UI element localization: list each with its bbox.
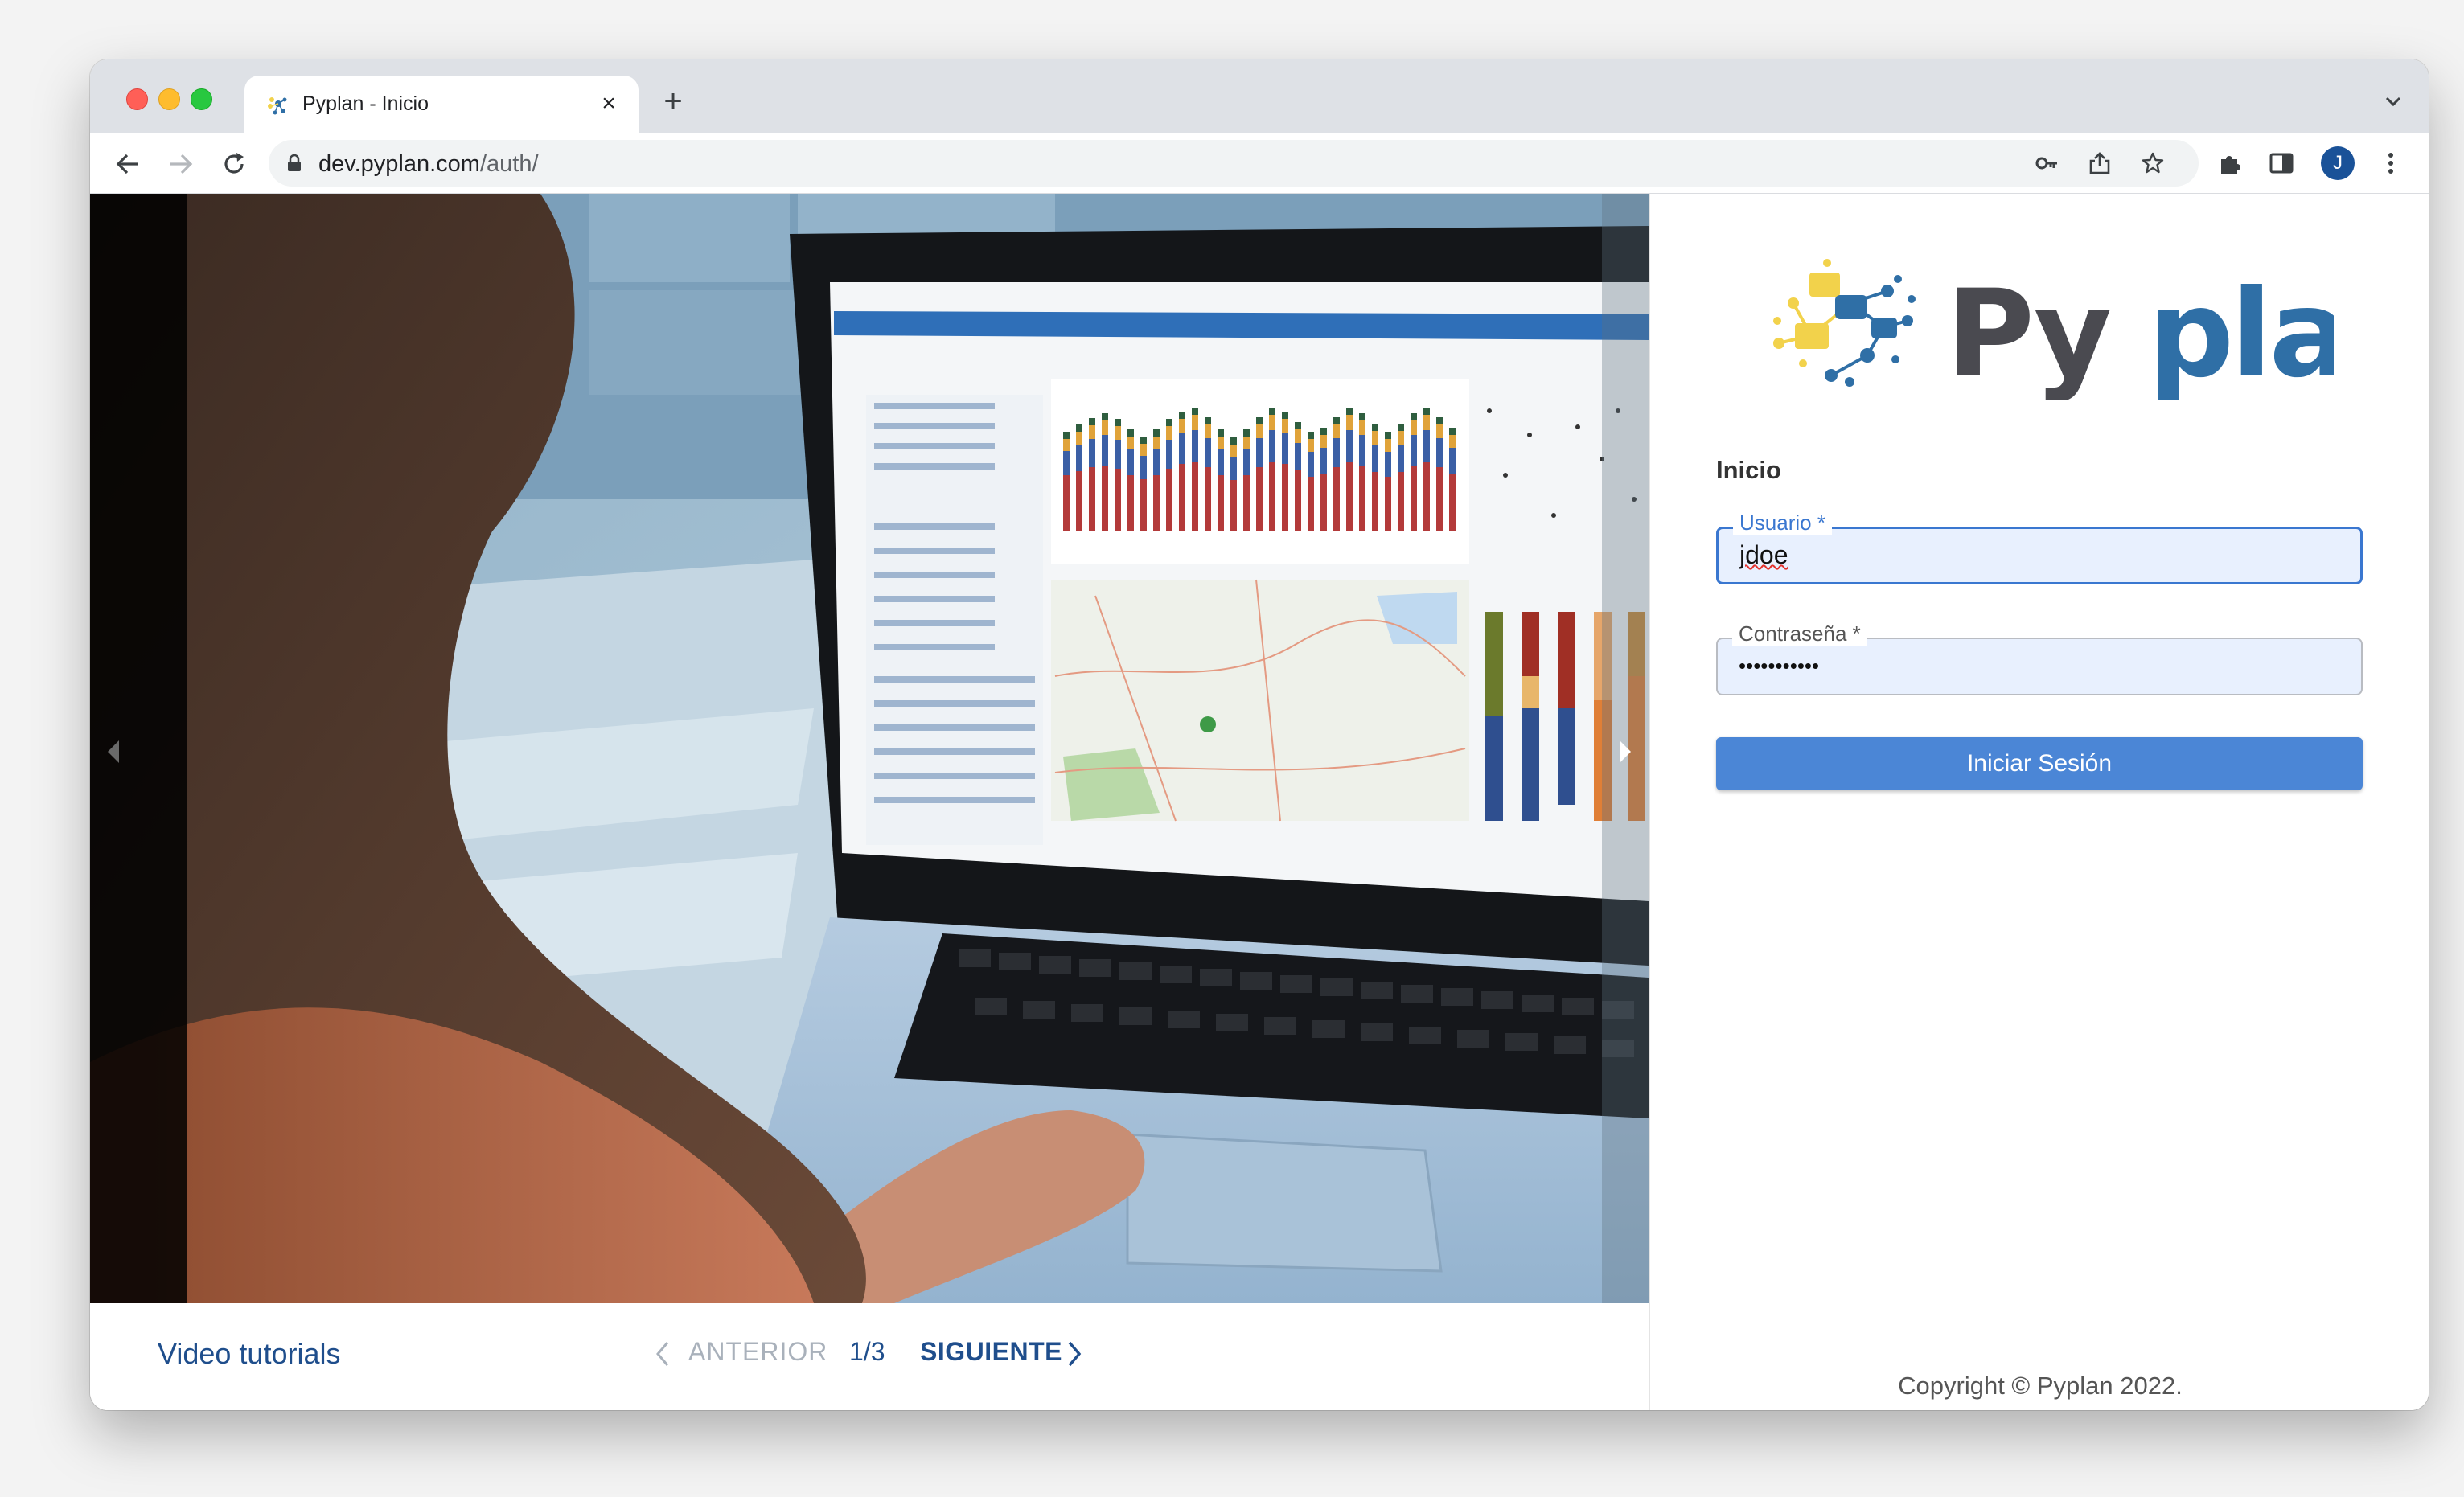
carousel-controls: Video tutorials ANTERIOR 1/3 SIGUIENTE	[90, 1303, 1649, 1410]
share-icon[interactable]	[2088, 151, 2112, 175]
video-tutorials-title: Video tutorials	[158, 1337, 341, 1370]
forward-arrow-icon[interactable]	[166, 149, 196, 179]
reload-icon[interactable]	[219, 149, 249, 179]
new-tab-icon[interactable]: +	[657, 85, 689, 117]
username-label: Usuario *	[1733, 511, 1832, 535]
url-text[interactable]: dev.pyplan.com/auth/	[318, 151, 539, 178]
previous-label: ANTERIOR	[688, 1337, 828, 1366]
address-bar[interactable]: dev.pyplan.com/auth/	[269, 140, 2199, 187]
bookmark-star-icon[interactable]	[2141, 151, 2165, 175]
logo-text-plan: plan	[2148, 265, 2334, 400]
lock-icon[interactable]	[286, 154, 302, 172]
tab-strip: Pyplan - Inicio × +	[90, 59, 2429, 133]
slide-counter: 1/3	[849, 1337, 885, 1366]
more-options-icon[interactable]	[2377, 150, 2404, 177]
browser-tab-active[interactable]: Pyplan - Inicio ×	[244, 76, 639, 133]
login-heading: Inicio	[1716, 456, 1781, 484]
chevron-down-icon[interactable]	[2382, 90, 2404, 113]
url-host: dev.pyplan.com	[318, 151, 480, 177]
key-icon[interactable]	[2035, 151, 2059, 175]
chevron-left-icon	[656, 1342, 669, 1366]
logo-text-py: Py	[1946, 265, 2111, 400]
password-label: Contraseña *	[1732, 621, 1867, 646]
laptop-dashboard-photo	[90, 194, 1649, 1303]
copyright-text: Copyright © Pyplan 2022.	[1898, 1372, 2183, 1400]
carousel-prev-arrow-icon[interactable]	[105, 737, 122, 766]
pyplan-favicon-icon	[268, 97, 287, 115]
browser-toolbar: dev.pyplan.com/auth/ J	[90, 133, 2429, 194]
profile-avatar[interactable]: J	[2321, 146, 2355, 180]
carousel-slide-image	[90, 194, 1649, 1303]
next-label: SIGUIENTE	[920, 1337, 1062, 1366]
username-input[interactable]	[1739, 540, 2335, 570]
sign-in-button[interactable]: Iniciar Sesión	[1716, 737, 2363, 790]
maximize-window-button[interactable]	[191, 88, 212, 110]
minimize-window-button[interactable]	[158, 88, 180, 110]
url-path: /auth/	[479, 151, 539, 177]
close-window-button[interactable]	[126, 88, 148, 110]
close-tab-icon[interactable]: ×	[593, 88, 624, 119]
page-content: Video tutorials ANTERIOR 1/3 SIGUIENTE P…	[90, 194, 2429, 1410]
password-input[interactable]	[1739, 654, 2334, 679]
back-arrow-icon[interactable]	[113, 149, 143, 179]
username-field[interactable]: Usuario *	[1716, 511, 2363, 584]
password-field[interactable]: Contraseña *	[1716, 621, 2363, 695]
chevron-right-icon	[1068, 1341, 1082, 1367]
carousel-next-arrow-icon[interactable]	[1616, 737, 1634, 766]
pyplan-logo: Py plan	[1773, 259, 2334, 400]
login-panel: Py plan Inicio Usuario * Contraseña * In…	[1649, 194, 2429, 1410]
svg-text:Py plan: Py plan	[1946, 265, 2334, 400]
browser-window: Pyplan - Inicio × + dev.pyplan.com/auth/	[90, 59, 2429, 1410]
tab-title: Pyplan - Inicio	[302, 92, 429, 115]
extensions-puzzle-icon[interactable]	[2216, 150, 2244, 177]
pyplan-network-icon	[1773, 259, 1916, 387]
side-panel-icon[interactable]	[2268, 150, 2295, 177]
